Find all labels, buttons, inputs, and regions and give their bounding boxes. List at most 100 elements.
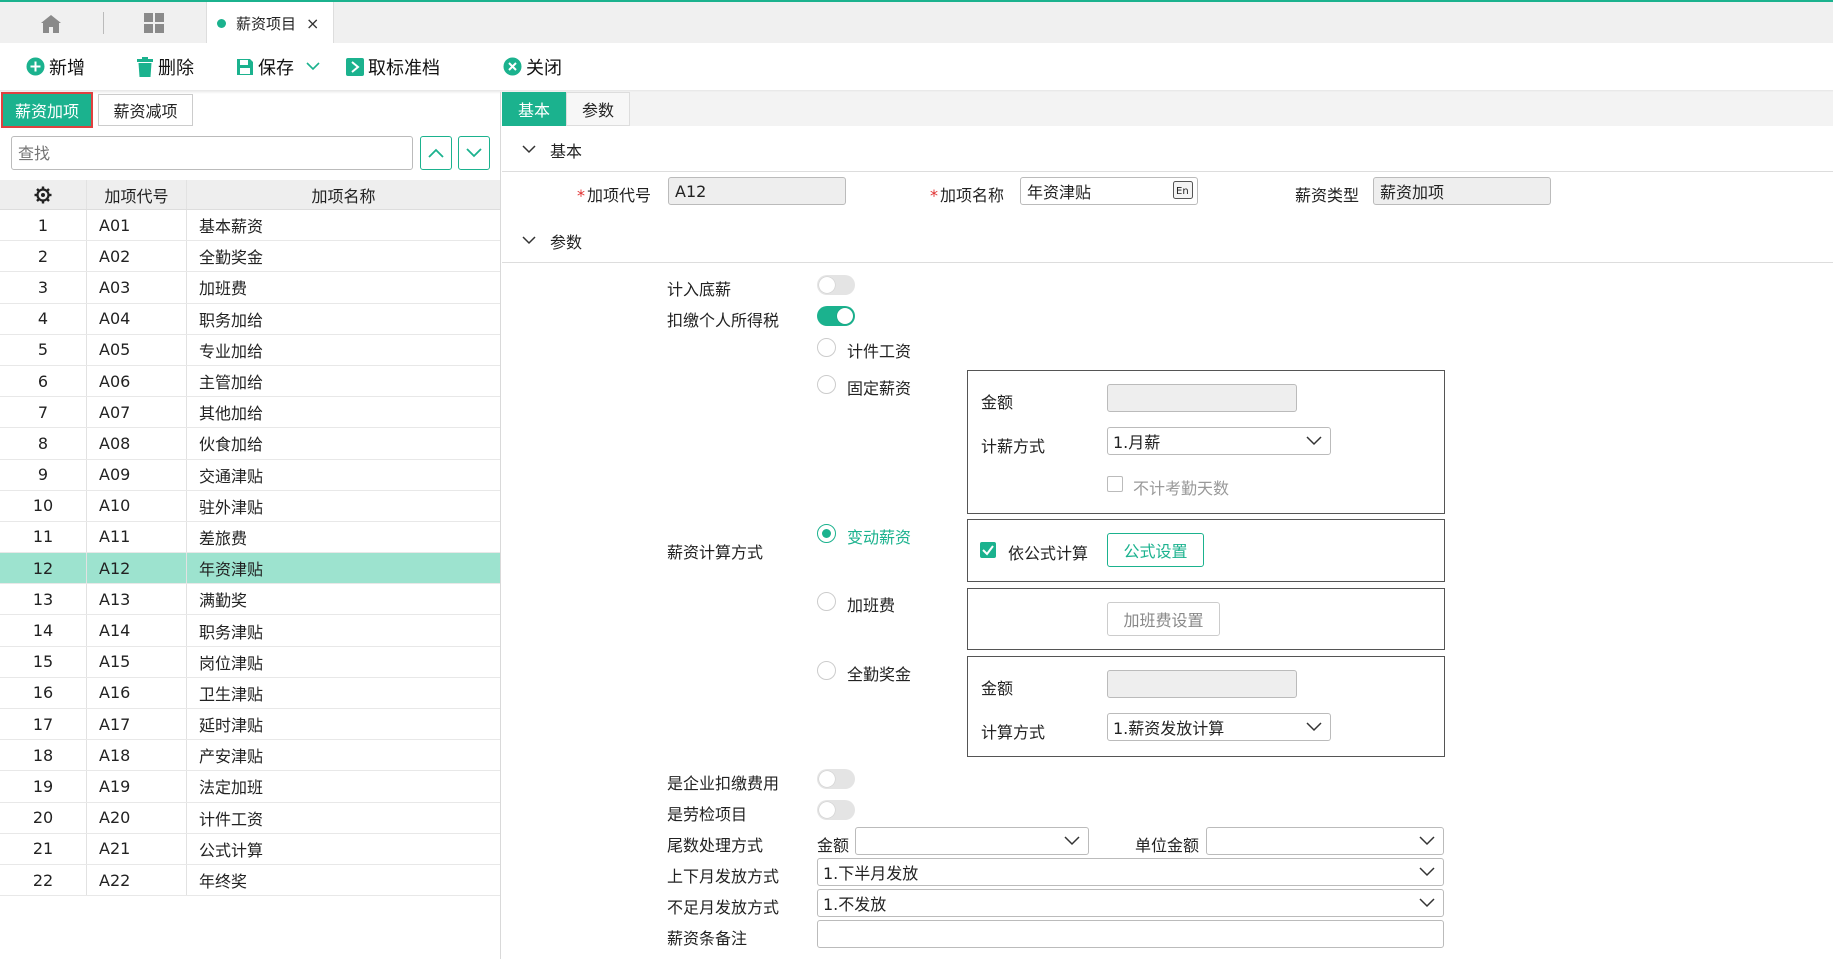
partial-month-select[interactable]: 1.不发放 — [817, 889, 1444, 917]
row-code: A07 — [87, 397, 187, 428]
table-row[interactable]: 16 A16 卫生津贴 — [0, 677, 500, 709]
basic-section-header[interactable]: 基本 — [502, 128, 1833, 172]
overtime-settings-button[interactable]: 加班费设置 — [1107, 602, 1220, 636]
save-button[interactable]: 保存 — [236, 43, 320, 90]
import-icon — [346, 57, 364, 76]
table-row[interactable]: 2 A02 全勤奖金 — [0, 241, 500, 273]
name-field[interactable]: 年资津贴 En — [1020, 177, 1198, 205]
row-code: A03 — [87, 272, 187, 303]
row-code: A20 — [87, 802, 187, 833]
tab-params[interactable]: 参数 — [566, 92, 630, 126]
fixed-method-select[interactable]: 1.月薪 — [1107, 427, 1331, 455]
table-row[interactable]: 3 A03 加班费 — [0, 272, 500, 304]
formula-checkbox[interactable] — [980, 542, 996, 558]
row-code: A04 — [87, 303, 187, 334]
search-input[interactable] — [11, 136, 413, 170]
table-row[interactable]: 10 A10 驻外津贴 — [0, 490, 500, 522]
get-standard-label: 取标准档 — [368, 57, 440, 79]
name-label: * 加项名称 — [930, 186, 1005, 205]
save-label: 保存 — [258, 57, 294, 79]
formula-settings-button[interactable]: 公式设置 — [1107, 533, 1204, 567]
fixed-radio[interactable] — [817, 375, 836, 394]
row-code: A15 — [87, 646, 187, 677]
row-name: 其他加给 — [199, 404, 264, 424]
attendance-panel: 金额 计算方式 1.薪资发放计算 — [967, 656, 1445, 757]
code-field[interactable]: A12 — [668, 177, 846, 205]
base-salary-toggle[interactable] — [817, 275, 855, 295]
table-row[interactable]: 14 A14 职务津贴 — [0, 615, 500, 647]
rounding-unit-label: 单位金额 — [1135, 836, 1200, 855]
trash-icon — [136, 56, 154, 77]
table-row[interactable]: 13 A13 满勤奖 — [0, 584, 500, 616]
company-fee-toggle[interactable] — [817, 769, 855, 789]
params-section-header[interactable]: 参数 — [502, 219, 1833, 263]
table-row[interactable]: 17 A17 延时津贴 — [0, 709, 500, 741]
table-row[interactable]: 1 A01 基本薪资 — [0, 210, 500, 242]
overtime-radio[interactable] — [817, 592, 836, 611]
table-row[interactable]: 22 A22 年终奖 — [0, 864, 500, 897]
table-row[interactable]: 15 A15 岗位津贴 — [0, 646, 500, 678]
chevron-down-icon — [1419, 898, 1435, 908]
att-method-label: 计算方式 — [981, 723, 1046, 742]
table-row[interactable]: 21 A21 公式计算 — [0, 833, 500, 865]
attendance-radio[interactable] — [817, 661, 836, 680]
rounding-unit-select[interactable] — [1206, 827, 1444, 855]
row-name: 职务津贴 — [199, 622, 264, 642]
active-dot-icon — [217, 19, 226, 28]
next-button[interactable] — [458, 136, 490, 170]
divider — [103, 12, 104, 34]
row-number: 14 — [0, 615, 87, 646]
variable-radio[interactable] — [817, 524, 836, 543]
prev-button[interactable] — [420, 136, 452, 170]
type-field[interactable]: 薪资加项 — [1373, 177, 1551, 205]
add-button[interactable]: 新增 — [26, 43, 85, 90]
labor-toggle[interactable] — [817, 800, 855, 820]
partial-month-label: 不足月发放方式 — [667, 898, 780, 917]
row-number: 5 — [0, 334, 87, 365]
tax-toggle[interactable] — [817, 306, 855, 326]
row-code: A12 — [87, 553, 187, 584]
delete-button[interactable]: 删除 — [136, 43, 194, 90]
language-icon[interactable]: En — [1173, 181, 1193, 203]
gear-icon[interactable] — [0, 180, 87, 209]
table-row[interactable]: 5 A05 专业加给 — [0, 334, 500, 366]
header-name[interactable]: 加项名称 — [187, 180, 500, 209]
table-row[interactable]: 7 A07 其他加给 — [0, 397, 500, 429]
table-row[interactable]: 19 A19 法定加班 — [0, 771, 500, 803]
header-code[interactable]: 加项代号 — [87, 180, 187, 209]
home-icon[interactable] — [40, 14, 62, 34]
apps-grid-icon[interactable] — [143, 12, 165, 34]
att-method-select[interactable]: 1.薪资发放计算 — [1107, 713, 1331, 741]
row-code: A11 — [87, 521, 187, 553]
table-row[interactable]: 18 A18 产安津贴 — [0, 740, 500, 772]
half-month-label: 上下月发放方式 — [667, 867, 780, 886]
remark-field[interactable] — [817, 920, 1444, 948]
close-icon[interactable]: × — [306, 14, 319, 33]
row-number: 3 — [0, 272, 87, 303]
chevron-down-icon[interactable] — [306, 62, 320, 71]
table-row[interactable]: 12 A12 年资津贴 — [0, 553, 500, 585]
tab-salary-deductions[interactable]: 薪资减项 — [98, 94, 193, 126]
table-row[interactable]: 11 A11 差旅费 — [0, 521, 500, 554]
fixed-amount-field[interactable] — [1107, 384, 1297, 412]
att-amount-field[interactable] — [1107, 670, 1297, 698]
piece-radio[interactable] — [817, 338, 836, 357]
get-standard-button[interactable]: 取标准档 — [346, 43, 440, 90]
tab-basic[interactable]: 基本 — [502, 92, 566, 126]
table-row[interactable]: 9 A09 交通津贴 — [0, 459, 500, 491]
tab-salary-items[interactable]: 薪资项目 × — [206, 2, 334, 45]
tab-salary-additions[interactable]: 薪资加项 — [1, 92, 93, 128]
close-button[interactable]: 关闭 — [503, 43, 562, 90]
row-code: A19 — [87, 771, 187, 802]
no-attendance-checkbox[interactable] — [1107, 476, 1123, 492]
row-code: A22 — [87, 864, 187, 896]
table-row[interactable]: 8 A08 伙食加给 — [0, 428, 500, 460]
params-section-title: 参数 — [550, 232, 583, 252]
table-row[interactable]: 4 A04 职务加给 — [0, 303, 500, 335]
rounding-amount-select[interactable] — [855, 827, 1089, 855]
half-month-select[interactable]: 1.下半月发放 — [817, 858, 1444, 886]
table-row[interactable]: 20 A20 计件工资 — [0, 802, 500, 834]
table-row[interactable]: 6 A06 主管加给 — [0, 365, 500, 398]
row-number: 15 — [0, 646, 87, 677]
row-number: 10 — [0, 490, 87, 521]
